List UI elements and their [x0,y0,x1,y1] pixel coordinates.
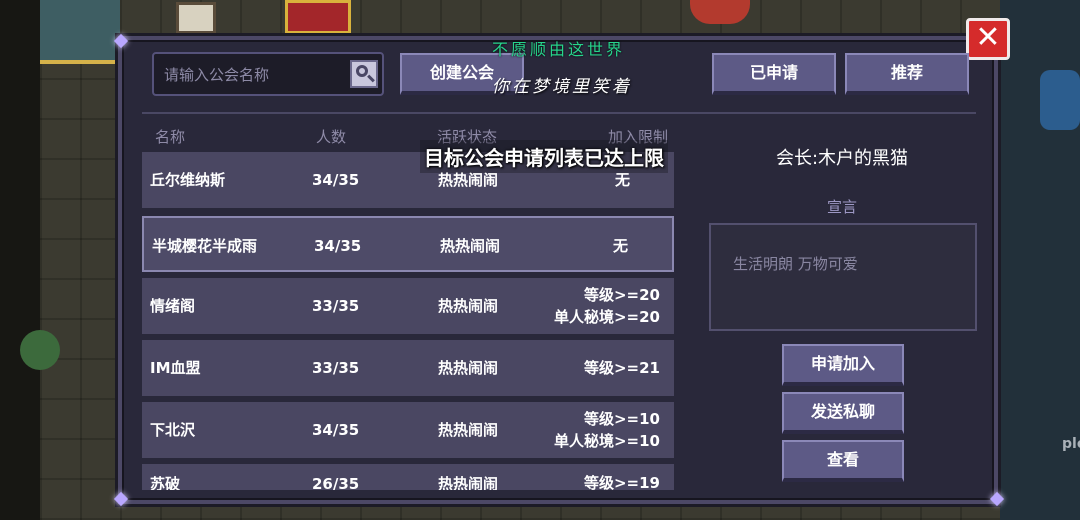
guild-member-count: 26/35 [312,475,360,490]
left-wall [0,0,40,520]
apply-join-button[interactable]: 申请加入 [782,344,904,386]
guild-join-limit: 等级>=10 单人秘境>=10 [553,410,660,450]
header-divider [142,112,976,114]
guild-row[interactable]: 苏破 26/35 热热闹闹 等级>=19 [142,464,674,490]
search-button[interactable] [350,60,378,88]
column-header-name: 名称 [155,128,186,146]
toast-message: 目标公会申请列表已达上限 [420,140,668,173]
plant-decoration [20,330,60,370]
declaration-text: 生活明朗 万物可爱 [733,255,858,273]
background-text: ple [1062,436,1080,452]
recommend-tab-button[interactable]: 推荐 [845,53,969,95]
guild-name: 情绪阁 [150,297,196,315]
guild-member-count: 33/35 [312,359,360,377]
search-box [152,52,384,96]
guild-row-selected[interactable]: 半城樱花半成雨 34/35 热热闹闹 无 [142,216,674,272]
chest-decoration [285,0,351,34]
guild-activity-status: 热热闹闹 [438,421,499,439]
guild-join-limit: 等级>=20 单人秘境>=20 [553,286,660,326]
view-guild-button[interactable]: 查看 [782,440,904,482]
guild-leader: 会长:木户的黑猫 [775,148,909,169]
npc-character [1040,70,1080,130]
close-button[interactable]: ✕ [966,18,1010,60]
send-message-button[interactable]: 发送私聊 [782,392,904,434]
guild-member-count: 34/35 [312,171,360,189]
guild-name: 苏破 [150,475,181,490]
column-header-count: 人数 [316,128,347,146]
guild-row[interactable]: 情绪阁 33/35 热热闹闹 等级>=20 单人秘境>=20 [142,278,674,334]
guild-member-count: 34/35 [312,421,360,439]
guild-name: 丘尔维纳斯 [150,171,226,189]
search-input[interactable] [162,62,346,88]
guild-join-limit: 等级>=19 [583,474,660,490]
overlay-caption-line1: 不愿顺由这世界 [492,40,626,59]
guild-member-count: 33/35 [312,297,360,315]
guild-list[interactable]: 丘尔维纳斯 34/35 热热闹闹 无 半城樱花半成雨 34/35 热热闹闹 无 … [142,152,674,490]
guild-name: 半城樱花半成雨 [152,237,258,255]
declaration-box: 生活明朗 万物可爱 [709,223,977,331]
corner-gem-icon [984,486,1010,512]
close-icon: ✕ [975,20,1001,55]
guild-activity-status: 热热闹闹 [438,475,499,490]
guild-row[interactable]: IM血盟 33/35 热热闹闹 等级>=21 [142,340,674,396]
red-decoration [690,0,750,24]
declaration-label: 宣言 [826,198,857,216]
sign-decoration [176,2,216,34]
guild-activity-status: 热热闹闹 [438,297,499,315]
overlay-caption-line2: 你在梦境里笑着 [492,77,632,97]
guild-join-limit: 无 [612,237,628,255]
guild-activity-status: 热热闹闹 [440,237,501,255]
guild-row[interactable]: 下北沢 34/35 热热闹闹 等级>=10 单人秘境>=10 [142,402,674,458]
corner-gem-icon [108,486,134,512]
guild-join-limit: 等级>=21 [583,359,660,377]
guild-name: IM血盟 [150,359,201,377]
guild-activity-status: 热热闹闹 [438,359,499,377]
applied-tab-button[interactable]: 已申请 [712,53,836,95]
guild-member-count: 34/35 [314,237,362,255]
corner-gem-icon [108,28,134,54]
guild-name: 下北沢 [150,421,196,439]
